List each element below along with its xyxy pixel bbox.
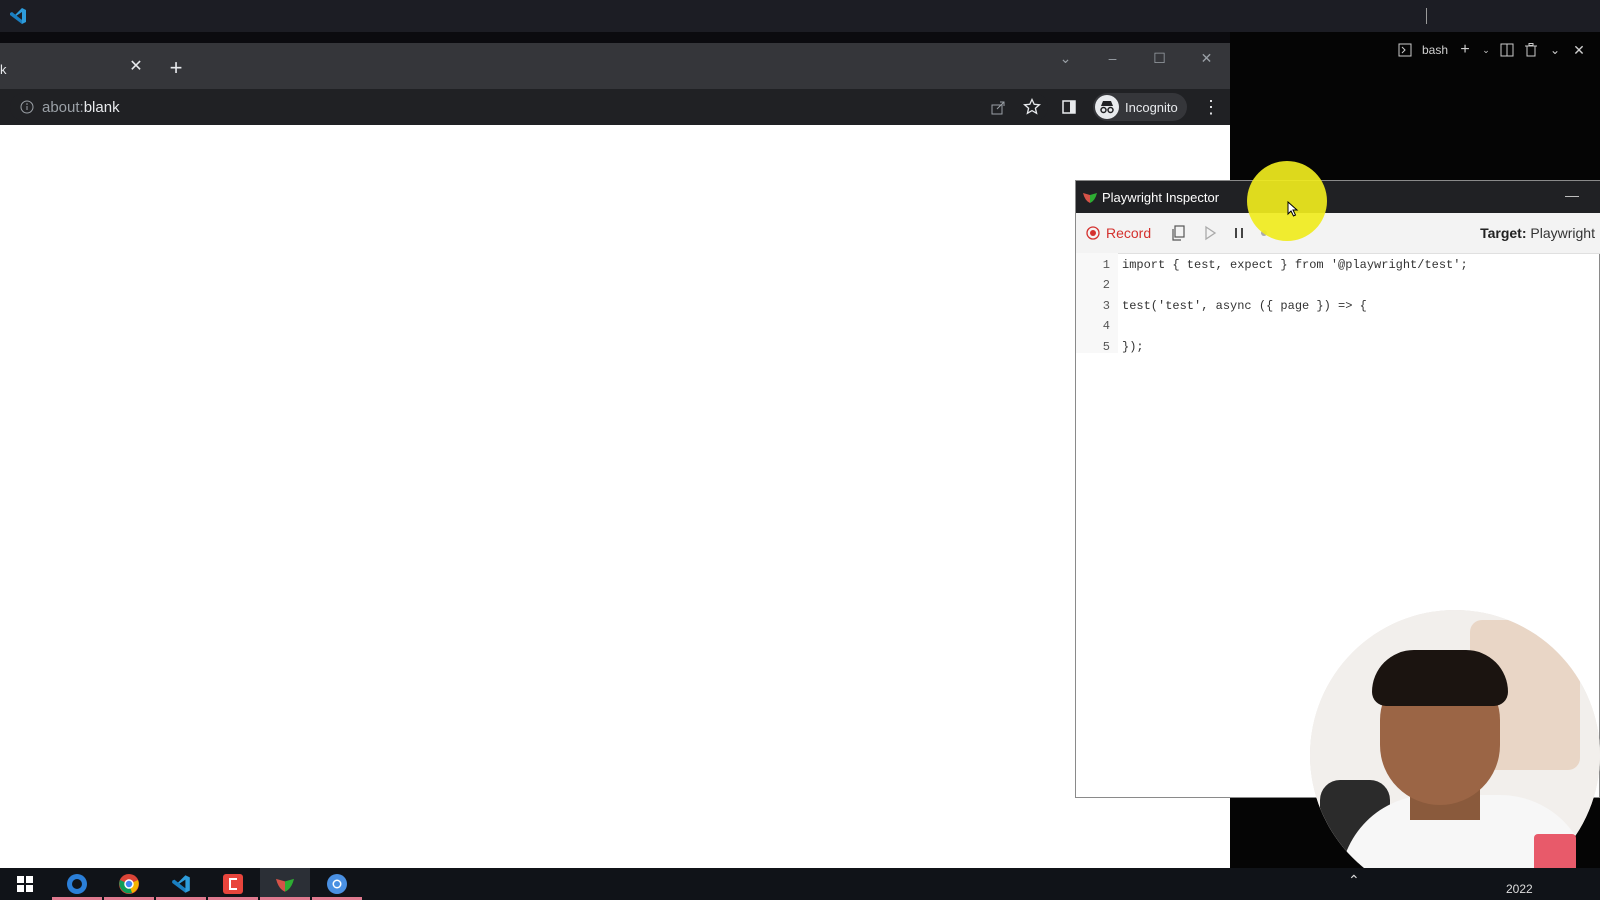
window-controls: ⌄ – ☐ ✕ bbox=[1042, 43, 1230, 73]
copy-icon[interactable] bbox=[1170, 225, 1186, 241]
tray-chevron-up-icon[interactable]: ⌃ bbox=[1348, 872, 1360, 889]
split-terminal-icon[interactable] bbox=[1500, 43, 1514, 57]
line-number: 5 bbox=[1102, 340, 1110, 354]
code-line: 3 test('test', async ({ page }) => { bbox=[1076, 296, 1600, 316]
terminal-shell-label[interactable]: bash bbox=[1422, 43, 1448, 57]
close-window-button[interactable]: ✕ bbox=[1183, 43, 1230, 73]
target-selector[interactable]: Target: Playwright bbox=[1480, 225, 1595, 241]
bookmark-star-icon[interactable] bbox=[1023, 98, 1041, 116]
incognito-profile-button[interactable]: Incognito bbox=[1093, 93, 1187, 121]
taskbar-app-blue-icon[interactable] bbox=[52, 868, 102, 900]
inspector-title: Playwright Inspector bbox=[1102, 190, 1220, 205]
maximize-button[interactable]: ☐ bbox=[1136, 43, 1183, 73]
record-label: Record bbox=[1106, 225, 1152, 241]
browser-window: k ✕ + ⌄ – ☐ ✕ about:blank Incognito ⋮ bbox=[0, 43, 1230, 868]
line-number: 1 bbox=[1102, 258, 1110, 272]
address-host: blank bbox=[83, 99, 120, 116]
mouse-cursor-icon bbox=[1287, 201, 1299, 217]
chevron-down-icon[interactable]: ⌄ bbox=[1548, 43, 1562, 57]
minimize-button[interactable]: – bbox=[1089, 43, 1136, 73]
close-icon[interactable]: ✕ bbox=[1572, 42, 1586, 58]
tab-search-icon[interactable]: ⌄ bbox=[1042, 43, 1089, 73]
new-terminal-icon[interactable]: + bbox=[1458, 41, 1472, 58]
target-value: Playwright bbox=[1530, 225, 1595, 241]
line-number: 2 bbox=[1102, 278, 1110, 292]
resume-icon[interactable] bbox=[1202, 225, 1218, 241]
taskbar-vscode-icon[interactable] bbox=[156, 868, 206, 900]
page-content[interactable] bbox=[0, 125, 1230, 868]
taskbar-chromium-icon[interactable] bbox=[312, 868, 362, 900]
line-text: import { test, expect } from '@playwrigh… bbox=[1122, 258, 1468, 272]
tab-title: k bbox=[0, 62, 7, 77]
incognito-icon bbox=[1095, 95, 1119, 119]
address-text[interactable]: about:blank bbox=[42, 99, 120, 116]
code-line: 1 import { test, expect } from '@playwri… bbox=[1076, 255, 1600, 275]
taskbar bbox=[0, 868, 1600, 900]
side-panel-icon[interactable] bbox=[1062, 100, 1076, 114]
share-icon[interactable] bbox=[990, 99, 1006, 115]
code-line: 4 bbox=[1076, 316, 1600, 336]
divider bbox=[1426, 8, 1427, 24]
taskbar-clock[interactable]: 2022 bbox=[1506, 882, 1533, 896]
tab-bar: k ✕ + ⌄ – ☐ ✕ bbox=[0, 43, 1230, 89]
vscode-icon bbox=[10, 8, 26, 24]
address-bar[interactable]: about:blank bbox=[10, 93, 1048, 121]
taskbar-chrome-icon[interactable] bbox=[104, 868, 154, 900]
terminal-toolbar: bash + ⌄ ⌄ ✕ bbox=[1398, 41, 1586, 58]
new-tab-button[interactable]: + bbox=[167, 57, 185, 79]
incognito-label: Incognito bbox=[1125, 100, 1178, 115]
playwright-logo-icon bbox=[1083, 193, 1097, 203]
taskbar-red-app-icon[interactable] bbox=[208, 868, 258, 900]
line-text: }); bbox=[1122, 340, 1144, 354]
record-button[interactable]: Record bbox=[1086, 224, 1151, 242]
code-line: 2 bbox=[1076, 275, 1600, 295]
chevron-down-icon[interactable]: ⌄ bbox=[1482, 43, 1490, 57]
vscode-titlebar bbox=[0, 0, 1600, 32]
tab-active[interactable]: k ✕ bbox=[0, 49, 150, 89]
address-scheme: about: bbox=[42, 99, 84, 116]
line-number: 3 bbox=[1102, 299, 1110, 313]
info-icon[interactable] bbox=[20, 100, 34, 114]
close-tab-icon[interactable]: ✕ bbox=[128, 59, 144, 75]
line-text: test('test', async ({ page }) => { bbox=[1122, 299, 1367, 313]
pause-icon[interactable] bbox=[1231, 225, 1247, 241]
code-line: 5 }); bbox=[1076, 337, 1600, 357]
trash-icon[interactable] bbox=[1524, 43, 1538, 57]
webcam-hair bbox=[1372, 650, 1508, 706]
taskbar-playwright-icon[interactable] bbox=[260, 868, 310, 900]
target-label: Target: bbox=[1480, 225, 1527, 241]
record-icon bbox=[1086, 226, 1100, 240]
browser-toolbar: about:blank Incognito ⋮ bbox=[0, 89, 1230, 125]
more-menu-icon[interactable]: ⋮ bbox=[1202, 97, 1220, 117]
minimize-button[interactable]: — bbox=[1565, 187, 1579, 203]
line-number: 4 bbox=[1102, 319, 1110, 333]
inspector-toolbar: Record Target: Playwright bbox=[1076, 213, 1600, 254]
inspector-titlebar[interactable]: Playwright Inspector — bbox=[1076, 181, 1600, 213]
terminal-icon[interactable] bbox=[1398, 43, 1412, 57]
windows-start-icon[interactable] bbox=[0, 868, 50, 900]
